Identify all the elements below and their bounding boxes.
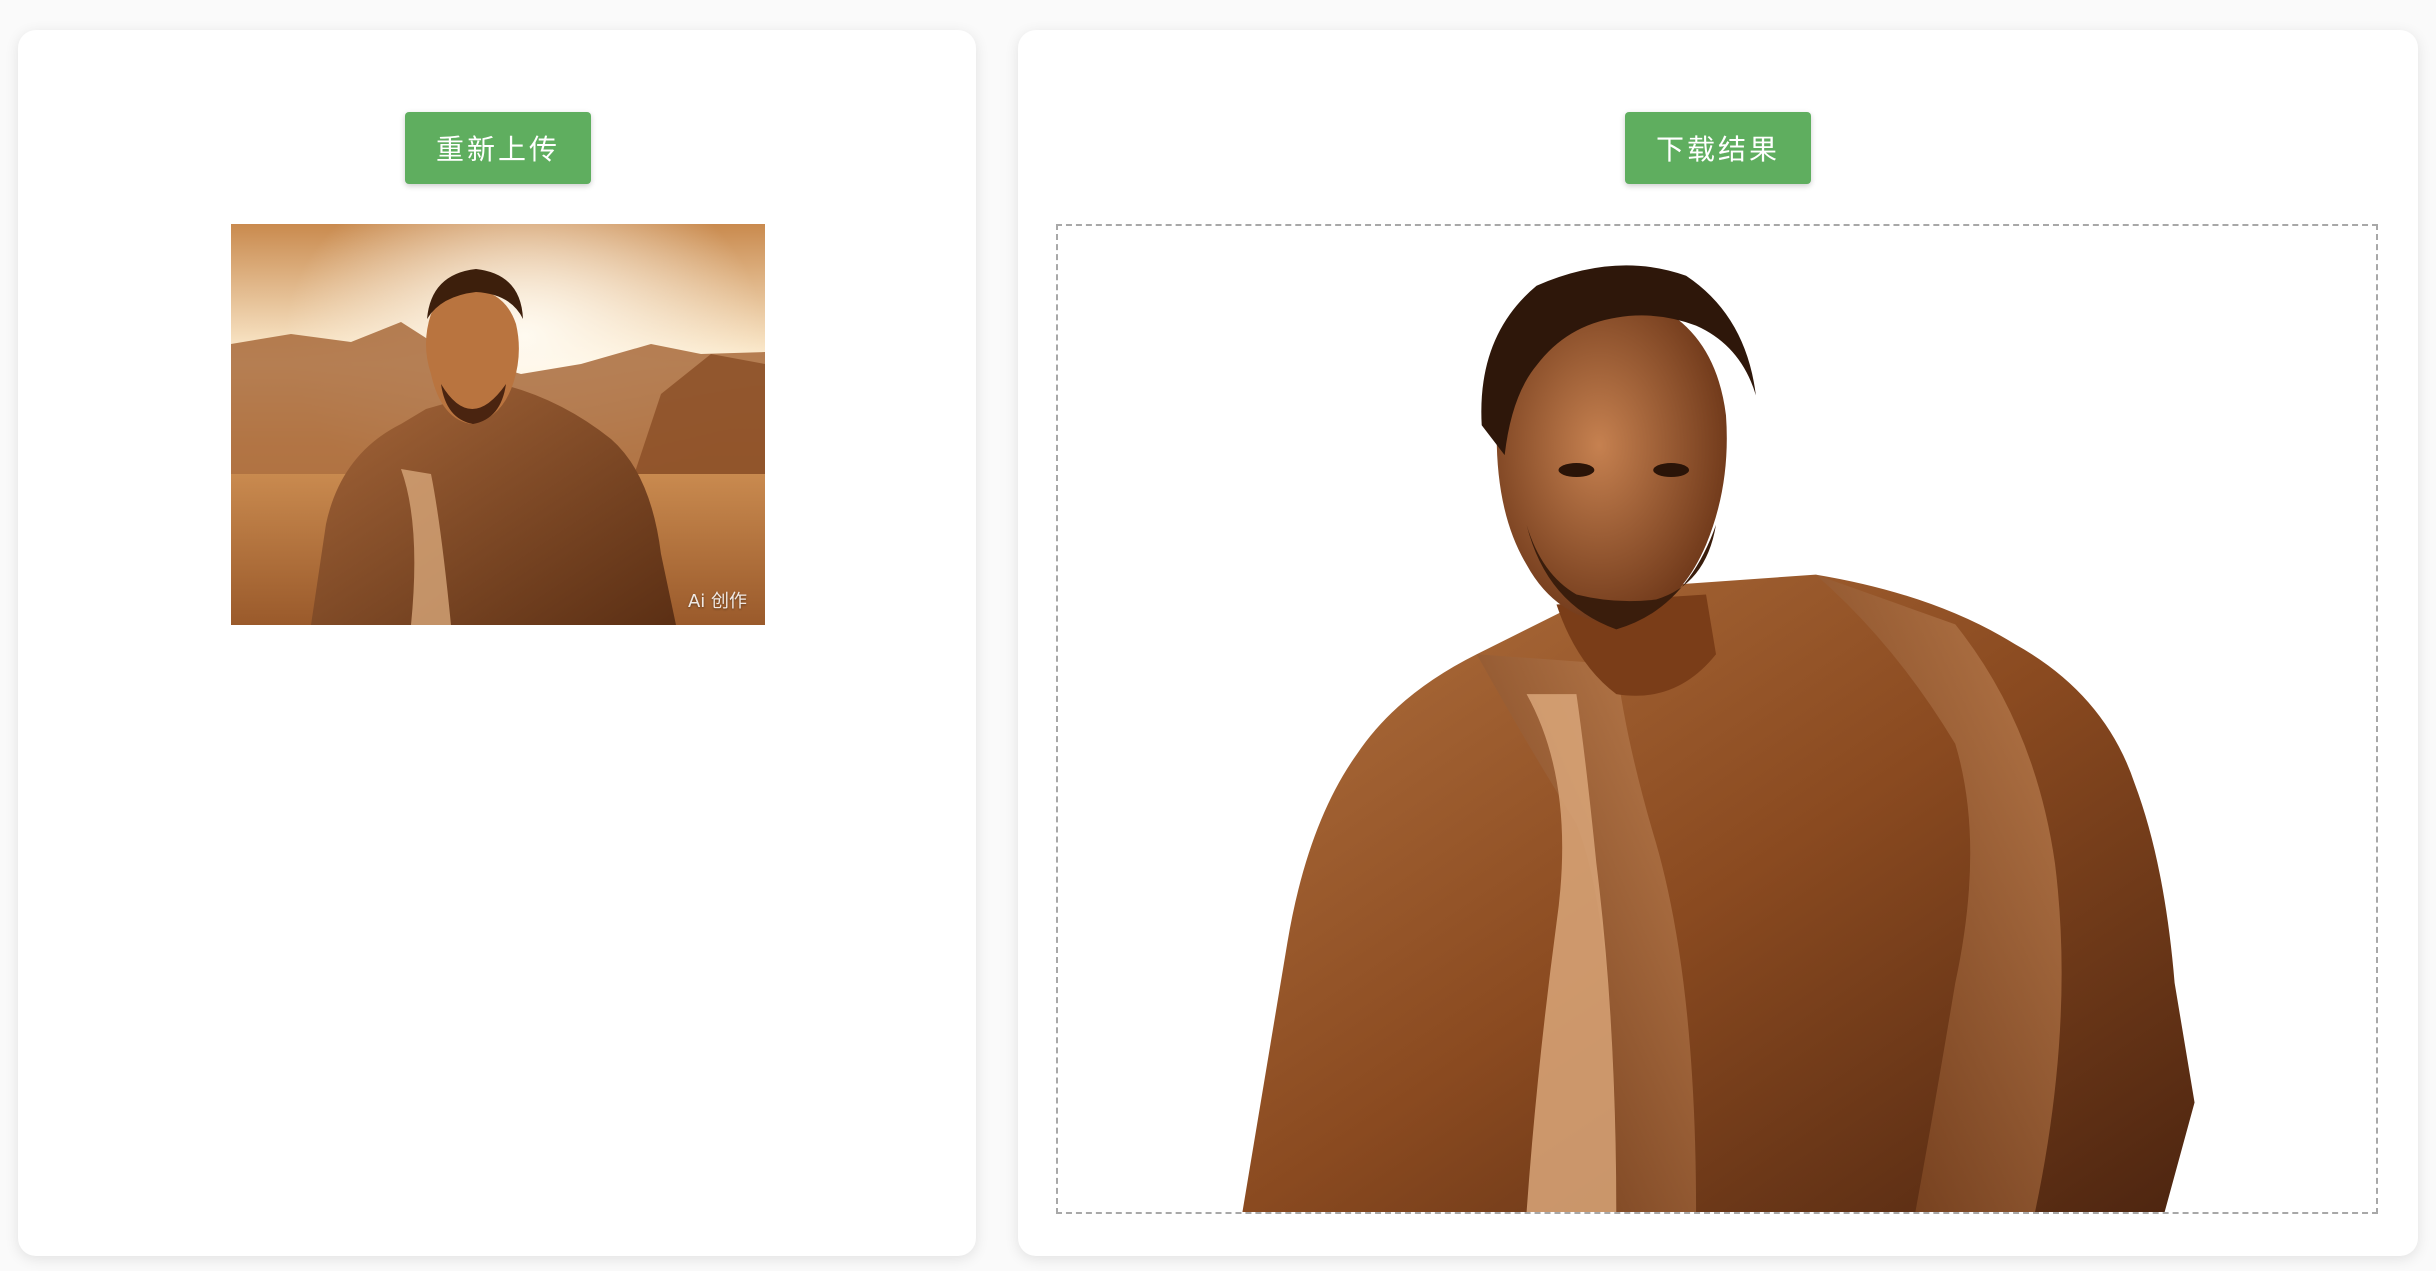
ai-watermark: Ai 创作 xyxy=(687,591,747,612)
original-image-art xyxy=(231,224,765,625)
result-panel: 下载结果 xyxy=(1018,30,2418,1256)
download-button[interactable]: 下载结果 xyxy=(1625,112,1811,184)
cutout-person xyxy=(1242,265,2195,1212)
result-canvas xyxy=(1056,224,2378,1214)
reupload-button[interactable]: 重新上传 xyxy=(405,112,591,184)
original-panel: 重新上传 Ai 创作 xyxy=(18,30,976,1256)
result-image xyxy=(1058,226,2376,1212)
original-image: Ai 创作 xyxy=(231,224,765,625)
page: 重新上传 Ai 创作 下载结果 xyxy=(0,0,2436,1271)
